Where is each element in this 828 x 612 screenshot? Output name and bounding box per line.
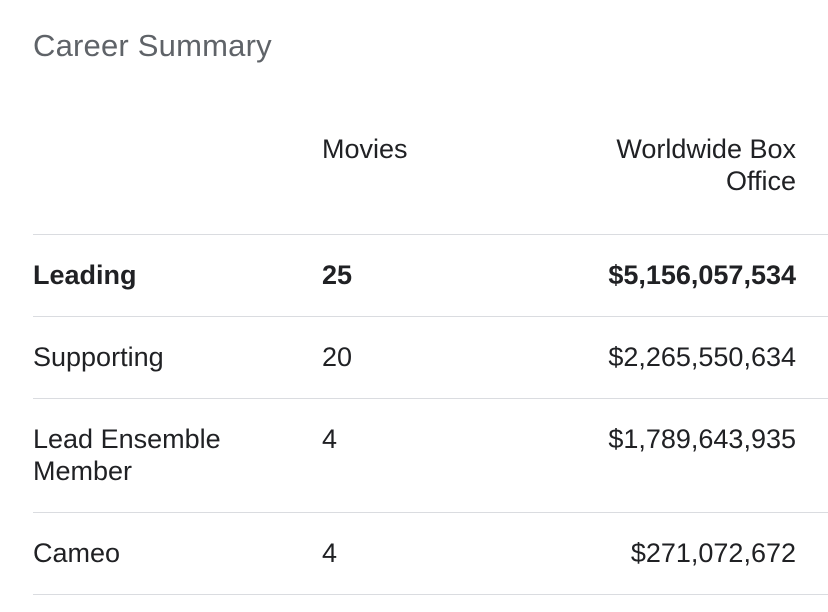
header-box-office: Worldwide Box Office: [566, 131, 828, 235]
row-role: Leading: [33, 260, 137, 290]
row-box-office: $1,789,643,935: [608, 424, 796, 454]
row-movies: 4: [322, 538, 338, 568]
row-movies: 25: [322, 260, 353, 290]
table-row-lead-ensemble-member: Lead Ensemble Member 4 $1,789,643,935: [33, 398, 828, 513]
row-box-office: $5,156,057,534: [608, 260, 796, 290]
header-role: [33, 131, 322, 235]
row-movies: 4: [322, 424, 338, 454]
row-role: Lead Ensemble Member: [33, 424, 221, 486]
row-role: Cameo: [33, 538, 121, 568]
career-summary-table: Movies Worldwide Box Office Leading 25 $…: [33, 131, 828, 595]
row-movies: 20: [322, 342, 353, 372]
table-row-leading: Leading 25 $5,156,057,534: [33, 234, 828, 317]
table-row-supporting: Supporting 20 $2,265,550,634: [33, 316, 828, 399]
row-box-office: $2,265,550,634: [608, 342, 796, 372]
table-row-cameo: Cameo 4 $271,072,672: [33, 512, 828, 595]
table-header-row: Movies Worldwide Box Office: [33, 131, 828, 235]
header-box-office-label: Worldwide Box Office: [616, 134, 796, 196]
row-role: Supporting: [33, 342, 164, 372]
section-title: Career Summary: [33, 28, 272, 63]
header-movies: Movies: [322, 134, 408, 164]
row-box-office: $271,072,672: [630, 538, 796, 568]
